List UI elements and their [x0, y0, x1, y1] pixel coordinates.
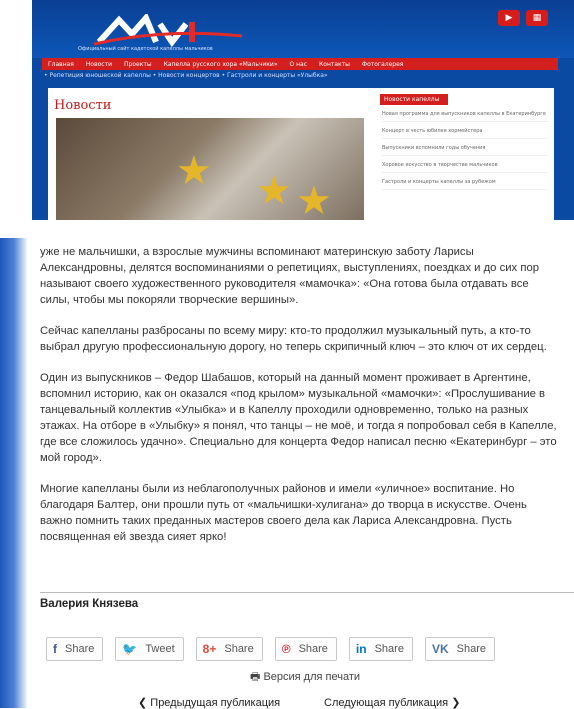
author-divider	[40, 592, 574, 593]
news-panel: Новости ★ ★ ★ Новости капеллы Новая прог…	[48, 88, 554, 220]
sidebar-news-item[interactable]: Выпускники вспомнили годы обучения	[382, 145, 548, 156]
share-label: Tweet	[145, 643, 175, 655]
chevron-right-icon: ❯	[451, 697, 461, 709]
printer-icon: 🖶	[250, 671, 261, 683]
sidebar-news-item[interactable]: Новая программа для выпускников капеллы …	[382, 111, 548, 122]
pinterest-icon: ℗	[281, 642, 291, 656]
chevron-left-icon: ❮	[138, 697, 148, 709]
video-icon[interactable]: ▶	[498, 10, 520, 26]
article-paragraph: Многие капелланы были из неблагополучных…	[40, 483, 527, 543]
nav-item[interactable]: Главная	[48, 61, 74, 68]
star-icon: ★	[256, 168, 292, 214]
news-heading: Новости	[54, 98, 112, 113]
news-ticker[interactable]: • Репетиция юношеской капеллы • Новости …	[44, 72, 544, 84]
article-paragraph: Сейчас капелланы разбросаны по всему мир…	[40, 325, 547, 353]
article-section: уже не мальчишки, а взрослые мужчины всп…	[0, 222, 574, 708]
next-post-link[interactable]: Следующая публикация ❯	[324, 696, 460, 709]
sidebar-news-item[interactable]: Концерт в честь юбилея хормейстера	[382, 128, 548, 139]
print-label: Версия для печати	[263, 671, 361, 683]
facebook-icon: f	[53, 642, 57, 656]
prev-label: Предыдущая публикация	[150, 697, 281, 709]
print-version-link[interactable]: 🖶 Версия для печати	[250, 668, 360, 687]
calendar-icon[interactable]: ▦	[526, 10, 548, 26]
news-sidebar: Новости капеллы Новая программа для выпу…	[380, 94, 550, 196]
sidebar-header: Новости капеллы	[380, 94, 448, 105]
sidebar-news-item[interactable]: Гастроли и концерты капеллы за рубежом	[382, 179, 548, 190]
star-icon: ★	[296, 178, 332, 220]
site-logo[interactable]	[94, 14, 244, 48]
share-buttons: f Share 🐦 Tweet 8+ Share ℗ Share in Shar…	[46, 637, 495, 661]
article-paragraph: уже не мальчишки, а взрослые мужчины всп…	[40, 246, 540, 306]
news-photo[interactable]: ★ ★ ★	[56, 118, 364, 220]
star-icon: ★	[176, 148, 212, 194]
nav-item[interactable]: Капелла русского хора «Мальчики»	[164, 61, 278, 68]
nav-item[interactable]: Контакты	[319, 61, 350, 68]
article-body: уже не мальчишки, а взрослые мужчины всп…	[40, 244, 560, 560]
vk-icon: VK	[431, 642, 449, 656]
article-author: Валерия Князева	[40, 598, 139, 610]
share-label: Share	[374, 643, 404, 655]
googleplus-icon: 8+	[202, 642, 217, 656]
vk-share-button[interactable]: VK Share	[424, 637, 495, 661]
nav-item[interactable]: Проекты	[124, 61, 152, 68]
pinterest-share-button[interactable]: ℗ Share	[274, 637, 337, 661]
previous-post-link[interactable]: ❮ Предыдущая публикация	[138, 696, 280, 709]
left-gradient-bar	[0, 238, 28, 708]
nav-item[interactable]: О нас	[290, 61, 308, 68]
share-label: Share	[65, 643, 95, 655]
share-label: Share	[298, 643, 328, 655]
site-header-screenshot: Официальный сайт кадетской капеллы мальч…	[32, 0, 574, 220]
facebook-share-button[interactable]: f Share	[46, 637, 104, 661]
googleplus-share-button[interactable]: 8+ Share	[195, 637, 263, 661]
twitter-share-button[interactable]: 🐦 Tweet	[115, 637, 184, 661]
linkedin-icon: in	[355, 642, 367, 656]
share-label: Share	[456, 643, 486, 655]
next-label: Следующая публикация	[324, 697, 449, 709]
sidebar-news-item[interactable]: Хоровое искусство в творчестве мальчиков	[382, 162, 548, 173]
share-label: Share	[224, 643, 254, 655]
nav-item[interactable]: Фотогалерея	[362, 61, 403, 68]
twitter-icon: 🐦	[122, 642, 138, 656]
article-paragraph: Один из выпускников – Федор Шабашов, кот…	[40, 372, 557, 464]
linkedin-share-button[interactable]: in Share	[348, 637, 413, 661]
nav-item[interactable]: Новости	[86, 61, 112, 68]
main-nav: Главная Новости Проекты Капелла русского…	[42, 58, 558, 70]
site-tagline: Официальный сайт кадетской капеллы мальч…	[78, 46, 213, 52]
